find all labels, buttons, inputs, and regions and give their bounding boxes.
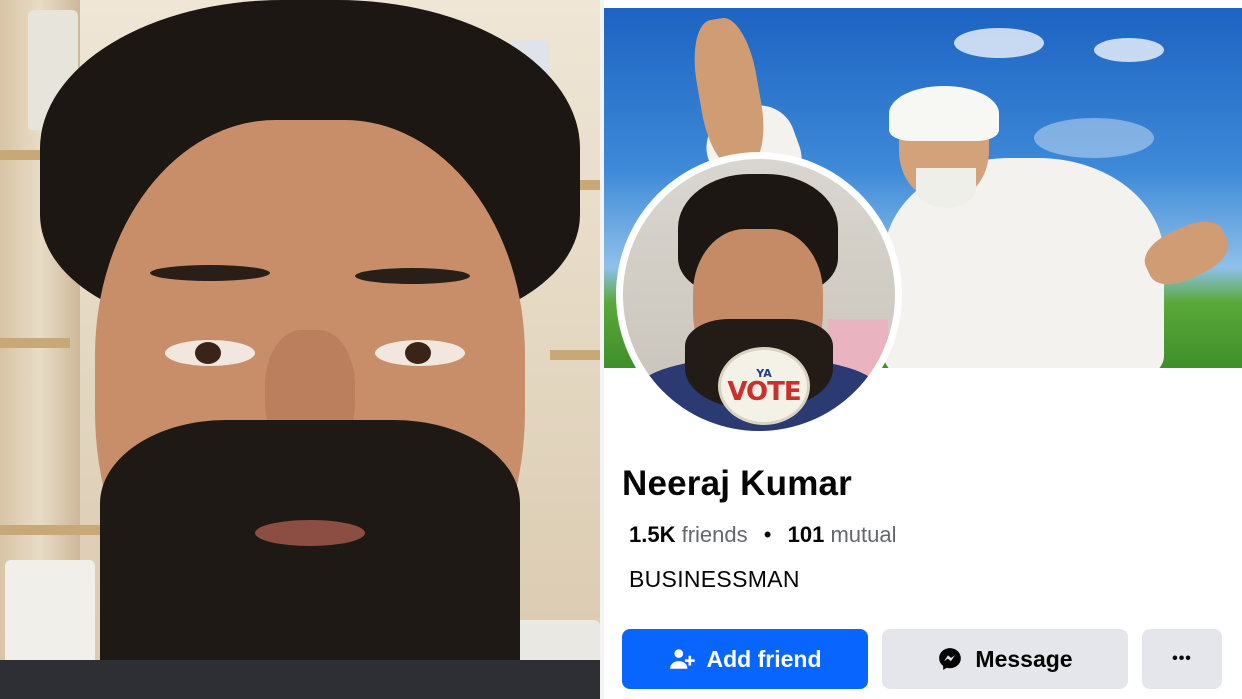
more-options-button[interactable]: ••• bbox=[1142, 629, 1222, 689]
saint-head-cloth bbox=[889, 86, 999, 141]
avatar[interactable]: YA VOTE bbox=[623, 159, 895, 431]
add-person-icon bbox=[669, 649, 695, 669]
shelf-board bbox=[0, 150, 40, 160]
shelf-board bbox=[0, 338, 70, 348]
more-dots-icon: ••• bbox=[1172, 650, 1192, 667]
profile-bio: BUSINESSMAN bbox=[629, 566, 800, 592]
friends-count[interactable]: 1.5K bbox=[629, 522, 675, 547]
eyebrow bbox=[150, 265, 270, 281]
friends-label[interactable]: friends bbox=[682, 522, 748, 547]
mutual-count[interactable]: 101 bbox=[788, 522, 825, 547]
message-button[interactable]: Message bbox=[882, 629, 1128, 689]
cloud bbox=[954, 28, 1044, 58]
saint-raised-hand bbox=[686, 13, 772, 173]
stats-separator: • bbox=[763, 522, 772, 547]
profile-name: Neeraj Kumar bbox=[622, 464, 853, 503]
mutual-label[interactable]: mutual bbox=[830, 522, 896, 547]
shelf-board bbox=[0, 525, 110, 535]
selfie-photo bbox=[0, 0, 600, 699]
shelf-board bbox=[550, 350, 600, 360]
messenger-icon bbox=[939, 648, 962, 670]
saint-beard bbox=[916, 168, 976, 208]
profile-stats: 1.5K friends • 101 mutual bbox=[629, 522, 897, 548]
eye bbox=[375, 340, 465, 366]
message-label: Message bbox=[975, 645, 1073, 672]
mouth bbox=[255, 520, 365, 546]
eyebrow bbox=[355, 268, 470, 284]
add-friend-label: Add friend bbox=[706, 645, 822, 672]
cloud bbox=[1034, 118, 1154, 158]
add-friend-button[interactable]: Add friend bbox=[622, 629, 868, 689]
beard bbox=[100, 420, 520, 699]
cloud bbox=[1094, 38, 1164, 62]
vote-badge: YA VOTE bbox=[718, 347, 810, 425]
eye bbox=[165, 340, 255, 366]
profile-panel: YA VOTE Neeraj Kumar 1.5K friends • 101 … bbox=[604, 0, 1242, 699]
vote-badge-big-text: VOTE bbox=[727, 376, 801, 407]
shirt bbox=[0, 660, 600, 699]
